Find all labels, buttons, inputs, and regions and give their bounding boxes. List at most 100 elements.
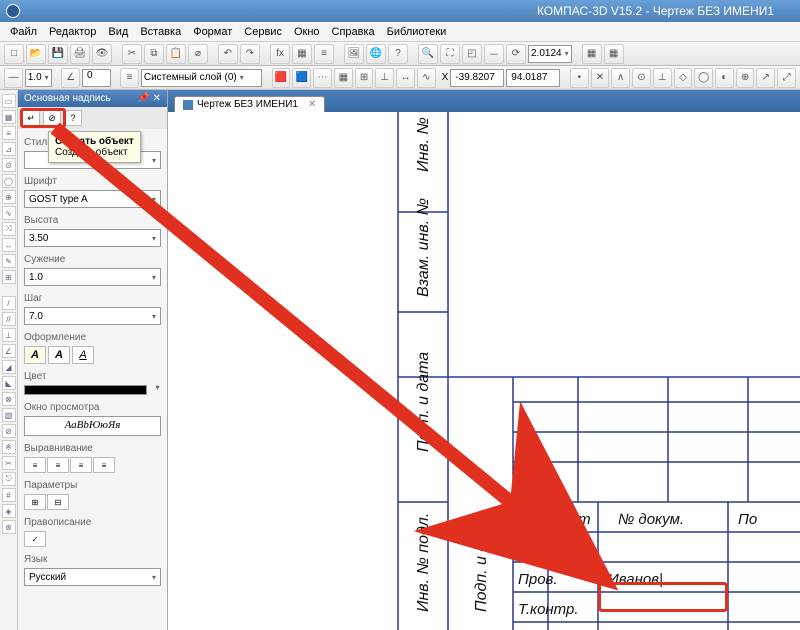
color-select[interactable] [24, 385, 147, 395]
dim-icon[interactable]: ↔ [396, 68, 415, 88]
zoom-fit-icon[interactable]: ⛶ [440, 44, 460, 64]
menu-file[interactable]: Файл [4, 24, 43, 40]
layers-icon[interactable]: ≡ [314, 44, 334, 64]
stop-icon[interactable]: ⌀ [188, 44, 208, 64]
menu-view[interactable]: Вид [102, 24, 134, 40]
lt-10-icon[interactable]: ↔ [2, 238, 16, 252]
curve-icon[interactable]: ∿ [417, 68, 436, 88]
ortho-icon[interactable]: ⊥ [375, 68, 394, 88]
menu-insert[interactable]: Вставка [134, 24, 187, 40]
zoom-win-icon[interactable]: ◰ [462, 44, 482, 64]
lt-9-icon[interactable]: ⤨ [2, 222, 16, 236]
tb2-g-icon[interactable]: ◯ [694, 68, 713, 88]
tb2-f-icon[interactable]: ◇ [674, 68, 693, 88]
document-tab[interactable]: Чертеж БЕЗ ИМЕНИ1 ✕ [174, 96, 325, 112]
snap-icon[interactable]: ⊞ [355, 68, 374, 88]
lt-27-icon[interactable]: ⊛ [2, 520, 16, 534]
spell-button[interactable]: ✓ [24, 531, 46, 547]
tb2-a-icon[interactable]: • [570, 68, 589, 88]
lt-18-icon[interactable]: ◣ [2, 376, 16, 390]
copy-icon[interactable]: ⧉ [144, 44, 164, 64]
angle-input[interactable]: 0 [82, 69, 111, 87]
undo-icon[interactable]: ↶ [218, 44, 238, 64]
italic-button[interactable]: A [24, 346, 46, 364]
tb2-i-icon[interactable]: ⊕ [736, 68, 755, 88]
tb2-d-icon[interactable]: ⊙ [632, 68, 651, 88]
globe-icon[interactable]: 🌐 [366, 44, 386, 64]
panel-pin-icon[interactable]: 📌 ✕ [137, 93, 161, 104]
coord-y-input[interactable] [506, 69, 560, 87]
calc-icon[interactable]: ▦ [292, 44, 312, 64]
help-object-button[interactable]: ? [64, 110, 82, 126]
menu-tools[interactable]: Сервис [238, 24, 288, 40]
help-icon[interactable]: ? [388, 44, 408, 64]
menu-window[interactable]: Окно [288, 24, 326, 40]
lt-13-icon[interactable]: / [2, 296, 16, 310]
lt-2-icon[interactable]: ▦ [2, 110, 16, 124]
grid-a-icon[interactable]: ▦ [582, 44, 602, 64]
lt-23-icon[interactable]: ✂ [2, 456, 16, 470]
color-b-icon[interactable]: 🟦 [292, 68, 311, 88]
new-icon[interactable]: □ [4, 44, 24, 64]
lt-3-icon[interactable]: ≡ [2, 126, 16, 140]
tb2-b-icon[interactable]: ✕ [591, 68, 610, 88]
scale-select[interactable]: 2.0124 [528, 45, 572, 63]
lt-16-icon[interactable]: ∠ [2, 344, 16, 358]
lt-12-icon[interactable]: ⊞ [2, 270, 16, 284]
step-input[interactable]: 7.0 [24, 307, 161, 325]
tb2-k-icon[interactable]: ⤢ [777, 68, 796, 88]
tab-close-icon[interactable]: ✕ [308, 99, 316, 110]
lt-6-icon[interactable]: ◯ [2, 174, 16, 188]
zoom-in-icon[interactable]: 🔍 [418, 44, 438, 64]
lt-8-icon[interactable]: ∿ [2, 206, 16, 220]
align-just-button[interactable]: ≡ [93, 457, 115, 473]
redo-icon[interactable]: ↷ [240, 44, 260, 64]
bold-button[interactable]: A [48, 346, 70, 364]
layer-select[interactable]: Системный слой (0) [141, 69, 262, 87]
tb2-h-icon[interactable]: ◐ [715, 68, 734, 88]
menu-libs[interactable]: Библиотеки [381, 24, 453, 40]
lt-24-icon[interactable]: ⎋ [2, 472, 16, 486]
align-left-button[interactable]: ≡ [24, 457, 46, 473]
open-icon[interactable]: 📂 [26, 44, 46, 64]
grid-b-icon[interactable]: ▦ [604, 44, 624, 64]
grid-icon[interactable]: ▦ [334, 68, 353, 88]
lt-11-icon[interactable]: ✎ [2, 254, 16, 268]
param-a-button[interactable]: ⊞ [24, 494, 46, 510]
paste-icon[interactable]: 📋 [166, 44, 186, 64]
lt-17-icon[interactable]: ◢ [2, 360, 16, 374]
param-b-button[interactable]: ⊟ [47, 494, 69, 510]
coord-x-input[interactable] [450, 69, 504, 87]
tb2-j-icon[interactable]: ↗ [756, 68, 775, 88]
lt-26-icon[interactable]: ◈ [2, 504, 16, 518]
menu-edit[interactable]: Редактор [43, 24, 102, 40]
print-icon[interactable]: 🖨 [70, 44, 90, 64]
lt-19-icon[interactable]: ⊗ [2, 392, 16, 406]
linestyle-icon[interactable]: — [4, 68, 23, 88]
lt-7-icon[interactable]: ⊕ [2, 190, 16, 204]
menu-format[interactable]: Формат [187, 24, 238, 40]
underline-button[interactable]: A [72, 346, 94, 364]
image-icon[interactable]: 🖼 [344, 44, 364, 64]
cut-icon[interactable]: ✂ [122, 44, 142, 64]
lt-21-icon[interactable]: ⊘ [2, 424, 16, 438]
refresh-icon[interactable]: ⟳ [506, 44, 526, 64]
lt-25-icon[interactable]: # [2, 488, 16, 502]
more-icon[interactable]: ⋯ [313, 68, 332, 88]
narrow-input[interactable]: 1.0 [24, 268, 161, 286]
lang-select[interactable]: Русский [24, 568, 161, 586]
font-select[interactable]: GOST type A [24, 190, 161, 208]
lt-22-icon[interactable]: ※ [2, 440, 16, 454]
tb2-e-icon[interactable]: ⊥ [653, 68, 672, 88]
tb2-c-icon[interactable]: ∧ [611, 68, 630, 88]
zoom-minus-icon[interactable]: － [484, 44, 504, 64]
lt-1-icon[interactable]: ▭ [2, 94, 16, 108]
preview-icon[interactable]: 👁 [92, 44, 112, 64]
save-icon[interactable]: 💾 [48, 44, 68, 64]
color-a-icon[interactable]: 🟥 [272, 68, 291, 88]
fx-icon[interactable]: fx [270, 44, 290, 64]
height-input[interactable]: 3.50 [24, 229, 161, 247]
angle-icon[interactable]: ∠ [61, 68, 80, 88]
layersel-icon[interactable]: ≡ [120, 68, 139, 88]
lt-4-icon[interactable]: ⊿ [2, 142, 16, 156]
